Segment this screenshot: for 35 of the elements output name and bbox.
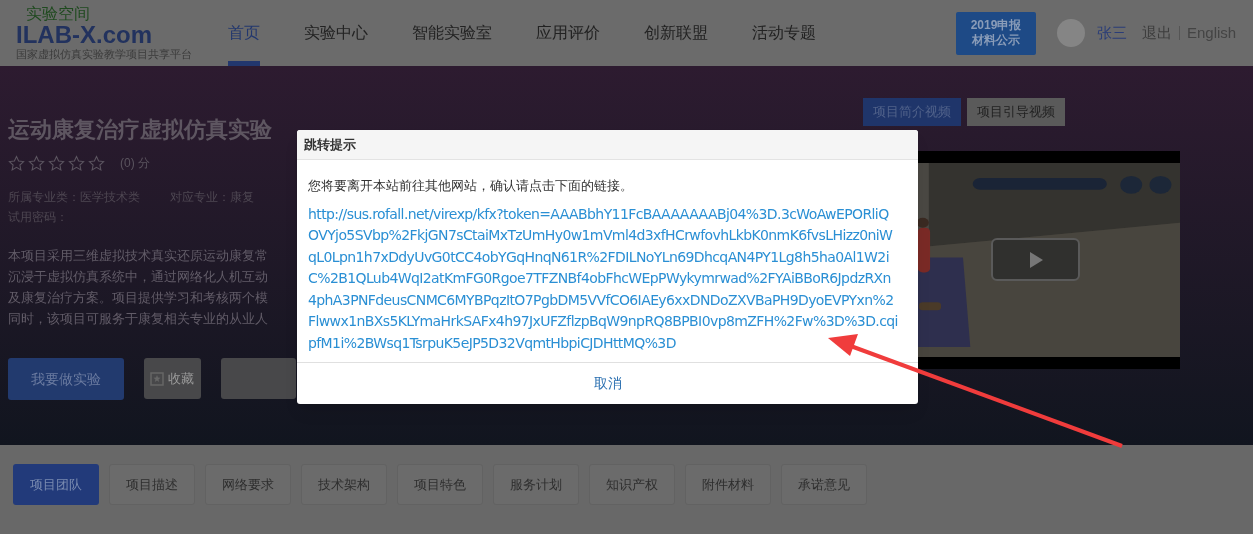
banner-button[interactable]: 2019申报 材料公示 <box>956 11 1036 55</box>
section-tab[interactable]: 网络要求 <box>205 464 291 505</box>
section-tab[interactable]: 附件材料 <box>685 464 771 505</box>
nav-item[interactable]: 实验中心 <box>304 0 368 66</box>
dialog-message: 您将要离开本站前往其他网站，确认请点击下面的链接。 <box>308 177 634 195</box>
star-icon <box>68 154 85 172</box>
star-icon <box>48 154 65 172</box>
redirect-link[interactable]: http://sus.rofall.net/virexp/kfx?token=AAABbhY11FcBAAAAAAABj04%3D.3cWoAwEPORliQOVYjo5SVbp%2FkjGN7sCtaiMxTzUmHy0w1mVml4d3xfHCrwfovhLkbK0nmK6fvsLHizz0niWqL0Lpn1h7xDdyUvG0tCC4obYGqHnqN61R%2FDILNoYLn69DhcqAN4PY1Lg8h5ha0Al1W2iC%2B1QLub4WqI2atKmFG0Rgoe7TFZNBf4obFhcWEpPWykymrwad%2FYAiBBoR6JpdzRXn4phA3PNFdeusCNMC6MYBPqzItO7PgbDM5VVfCO6IAEy6xxDNDoZXVBaPH9DyoEVPYxn%2Flwwx1nBXs5KLYmaHrkSAFx4h97JxUFZflzpBqW9npRQ8BPBI0vp8mZFH%2Fw%3D%3D.cqipfM1i%2BWsq1TsrpuK5eJP5D32VqmtHbpiCJDHttMQ%3D <box>308 203 898 354</box>
user-name-link[interactable]: 张三 <box>1097 21 1127 45</box>
logo-wordmark: ILAB-X.com <box>16 22 153 48</box>
start-experiment-button[interactable]: 我要做实验 <box>8 358 124 400</box>
description-line: 同时，该项目可服务于康复相关专业的从业人 <box>8 311 269 328</box>
dialog-title: 跳转提示 <box>304 135 356 154</box>
section-tab[interactable]: 项目特色 <box>397 464 483 505</box>
favorite-button[interactable]: 收藏 <box>143 358 201 399</box>
project-title: 运动康复治疗虚拟仿真实验 <box>8 116 273 144</box>
nav-item[interactable]: 活动专题 <box>752 0 816 66</box>
section-tab[interactable]: 项目描述 <box>109 464 195 505</box>
star-icon <box>8 154 25 172</box>
description-line: 及康复治疗方案。项目提供学习和考核两个模 <box>8 290 269 307</box>
nav-item[interactable]: 应用评价 <box>536 0 600 66</box>
star-icon <box>28 154 45 172</box>
star-icon <box>88 154 105 172</box>
play-button[interactable] <box>991 238 1080 281</box>
section-tab[interactable]: 技术架构 <box>301 464 387 505</box>
section-tab[interactable]: 服务计划 <box>493 464 579 505</box>
description-line: 沉浸于虚拟仿真系统中，通过网络化人机互动 <box>8 269 269 286</box>
nav-item[interactable]: 创新联盟 <box>644 0 708 66</box>
section-tab[interactable]: 项目团队 <box>13 464 99 505</box>
logo-tagline: 实验空间 <box>25 5 91 22</box>
play-icon <box>1028 251 1043 268</box>
cancel-button[interactable]: 取消 <box>585 373 630 394</box>
nav-item[interactable]: 智能实验室 <box>412 0 492 66</box>
section-tab[interactable]: 知识产权 <box>589 464 675 505</box>
bookmark-icon <box>150 371 165 386</box>
